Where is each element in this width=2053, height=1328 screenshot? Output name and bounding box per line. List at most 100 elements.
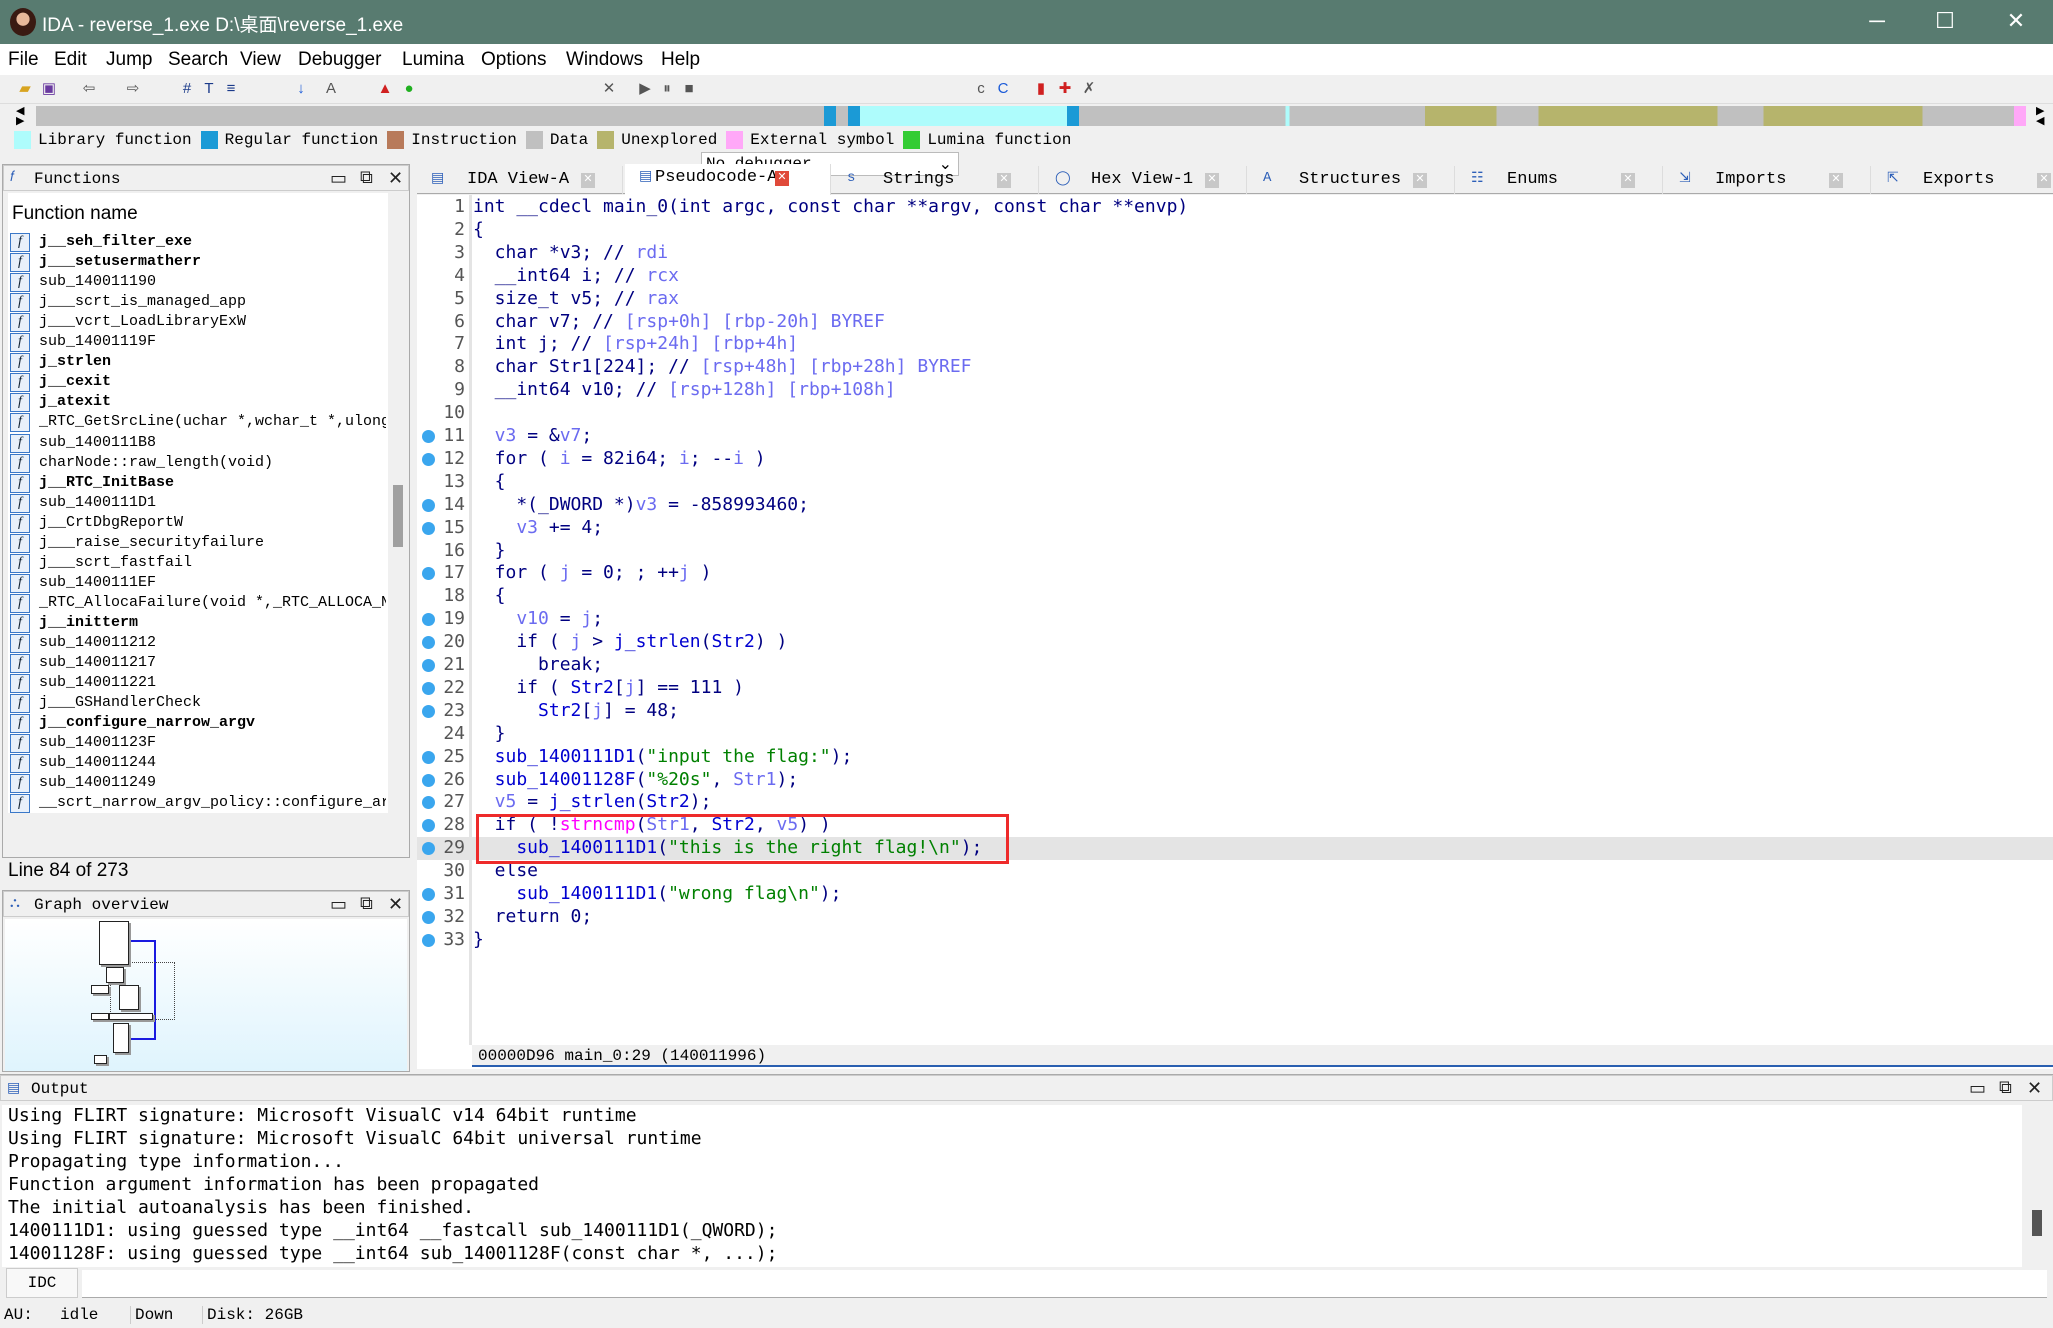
tab-close-icon[interactable]: ✕ (2037, 173, 2051, 188)
maximize-panel-icon[interactable]: ▭ (330, 894, 347, 916)
float-panel-icon[interactable]: ⧉ (360, 894, 373, 915)
hex-search-icon[interactable]: # (178, 80, 196, 98)
pause-icon[interactable]: ⏸ (658, 80, 676, 98)
tab-structures[interactable]: A Structures ✕ (1249, 166, 1455, 194)
code-line[interactable]: 26 sub_14001128F("%20s", Str1); (417, 769, 2053, 792)
function-list-item[interactable]: f sub_140011212 (10, 634, 386, 654)
tab-exports[interactable]: ⇱ Exports ✕ (1873, 166, 2053, 194)
code-line[interactable]: 18 { (417, 585, 2053, 608)
code-line[interactable]: 15 v3 += 4; (417, 517, 2053, 540)
function-list-item[interactable]: f _RTC_AllocaFailure(void *,_RTC_ALLOCA_N (10, 593, 386, 614)
graph-icon[interactable]: ▲ (376, 80, 394, 98)
tab-close-icon[interactable]: ✕ (1829, 173, 1843, 188)
pseudocode-view[interactable]: 1 int __cdecl main_0(int argc, const char… (417, 195, 2053, 1069)
code-line[interactable]: 11 v3 = &v7; (417, 425, 2053, 448)
code-line[interactable]: 17 for ( j = 0; ; ++j ) (417, 562, 2053, 585)
function-list-item[interactable]: f sub_140011190 (10, 273, 386, 293)
close-panel-icon[interactable]: ✕ (388, 894, 403, 916)
tab-hex-view-1[interactable]: ◯ Hex View-1 ✕ (1041, 166, 1247, 194)
function-list-item[interactable]: f j__CrtDbgReportW (10, 513, 386, 534)
maximize-panel-icon[interactable]: ▭ (1969, 1078, 1986, 1100)
code-line[interactable]: 31 sub_1400111D1("wrong flag\n"); (417, 883, 2053, 906)
tab-close-icon[interactable]: ✕ (581, 173, 595, 188)
tab-close-icon[interactable]: ✕ (997, 173, 1011, 188)
function-list-item[interactable]: f sub_140011221 (10, 674, 386, 694)
code-line[interactable]: 14 *(_DWORD *)v3 = -858993460; (417, 494, 2053, 517)
code-line[interactable]: 3 char *v3; // rdi (417, 242, 2053, 265)
output-log[interactable]: Using FLIRT signature: Microsoft VisualC… (2, 1105, 2022, 1267)
delete-icon[interactable]: ✕ (600, 80, 618, 98)
function-list-item[interactable]: f _RTC_GetSrcLine(uchar *,wchar_t *,ulong (10, 413, 386, 433)
code-line[interactable]: 4 __int64 i; // rcx (417, 265, 2053, 288)
code-line[interactable]: 24 } (417, 723, 2053, 746)
code-line[interactable]: 19 v10 = j; (417, 608, 2053, 631)
function-list-item[interactable]: f sub_140011249 (10, 774, 386, 794)
code-line[interactable]: 1 int __cdecl main_0(int argc, const char… (417, 196, 2053, 219)
code-line[interactable]: 22 if ( Str2[j] == 111 ) (417, 677, 2053, 700)
menu-search[interactable]: Search (168, 49, 228, 71)
function-list-item[interactable]: f j__seh_filter_exe (10, 233, 386, 253)
menu-jump[interactable]: Jump (106, 49, 152, 71)
code-line[interactable]: 6 char v7; // [rsp+0h] [rbp-20h] BYREF (417, 311, 2053, 334)
code-line[interactable]: 25 sub_1400111D1("input the flag:"); (417, 746, 2053, 769)
menu-options[interactable]: Options (481, 49, 546, 71)
function-list-item[interactable]: f j__cexit (10, 373, 386, 393)
plugin-icon[interactable]: ▮ (1032, 80, 1050, 98)
close-panel-icon[interactable]: ✕ (2027, 1078, 2042, 1100)
function-list-item[interactable]: f sub_1400111B8 (10, 433, 386, 454)
menu-file[interactable]: File (8, 49, 39, 71)
function-list-item[interactable]: f j_strlen (10, 353, 386, 373)
function-list-item[interactable]: f j__configure_narrow_argv (10, 714, 386, 734)
maximize-panel-icon[interactable]: ▭ (330, 168, 347, 190)
tab-close-icon[interactable]: ✕ (1621, 173, 1635, 188)
code-line[interactable]: 32 return 0; (417, 906, 2053, 929)
navigation-band[interactable] (36, 106, 2026, 126)
close-panel-icon[interactable]: ✕ (388, 168, 403, 190)
decompile-icon[interactable]: c (972, 80, 990, 98)
nav-scroll-arrows[interactable]: ◀ ▶ (16, 106, 24, 127)
tab-close-icon[interactable]: ✕ (1413, 173, 1427, 188)
menu-debugger[interactable]: Debugger (298, 49, 381, 71)
tab-imports[interactable]: ⇲ Imports ✕ (1665, 166, 1871, 194)
idc-language-button[interactable]: IDC (6, 1268, 78, 1298)
tools-icon[interactable]: ✗ (1080, 80, 1098, 98)
function-list-item[interactable]: f charNode::raw_length(void) (10, 453, 386, 474)
code-line[interactable]: 7 int j; // [rsp+24h] [rbp+4h] (417, 333, 2053, 356)
text-icon[interactable]: A (322, 80, 340, 98)
function-list[interactable]: Function name f j__seh_filter_exe f j___set… (8, 193, 388, 813)
function-list-item[interactable]: f j_atexit (10, 393, 386, 413)
code-line[interactable]: 21 break; (417, 654, 2053, 677)
tab-close-icon[interactable]: ✕ (1205, 173, 1219, 188)
pseudocode-icon[interactable]: C (994, 80, 1012, 98)
forward-icon[interactable]: ⇨ (124, 80, 142, 98)
code-line[interactable]: 16 } (417, 540, 2053, 563)
tab-pseudocode-a[interactable]: ▤ Pseudocode-A ✕ (625, 164, 831, 195)
code-line[interactable]: 5 size_t v5; // rax (417, 288, 2053, 311)
function-list-item[interactable]: f sub_1400111EF (10, 573, 386, 594)
close-button[interactable]: ✕ (1996, 8, 2036, 34)
tab-strings[interactable]: s Strings ✕ (833, 166, 1039, 194)
function-list-item[interactable]: f sub_140011244 (10, 754, 386, 774)
text-search-icon[interactable]: T (200, 80, 218, 98)
code-line[interactable]: 20 if ( j > j_strlen(Str2) ) (417, 631, 2053, 654)
run-analysis-icon[interactable]: ● (400, 80, 418, 98)
column-header-function-name[interactable]: Function name (12, 203, 138, 225)
menu-windows[interactable]: Windows (566, 49, 643, 71)
function-list-item[interactable]: f sub_14001119F (10, 333, 386, 353)
save-icon[interactable]: ▣ (40, 80, 58, 98)
output-scrollbar[interactable] (2032, 1210, 2042, 1236)
menu-lumina[interactable]: Lumina (402, 49, 464, 71)
nav-scroll-arrows-right[interactable]: ▶ ◀ (2036, 106, 2044, 127)
function-list-item[interactable]: f j___scrt_is_managed_app (10, 293, 386, 313)
float-panel-icon[interactable]: ⧉ (1999, 1078, 2012, 1099)
tab-enums[interactable]: ☷ Enums ✕ (1457, 166, 1663, 194)
start-debug-icon[interactable]: ▶ (636, 80, 654, 98)
tab-close-icon[interactable]: ✕ (775, 171, 789, 186)
function-list-item[interactable]: f j___scrt_fastfail (10, 553, 386, 574)
command-input[interactable] (82, 1270, 2047, 1298)
function-list-item[interactable]: f sub_1400111D1 (10, 493, 386, 514)
minimize-button[interactable]: ─ (1857, 8, 1897, 34)
function-list-item[interactable]: f j__initterm (10, 613, 386, 634)
function-list-item[interactable]: f j___setusermatherr (10, 253, 386, 273)
code-line[interactable]: 10 (417, 402, 2053, 425)
